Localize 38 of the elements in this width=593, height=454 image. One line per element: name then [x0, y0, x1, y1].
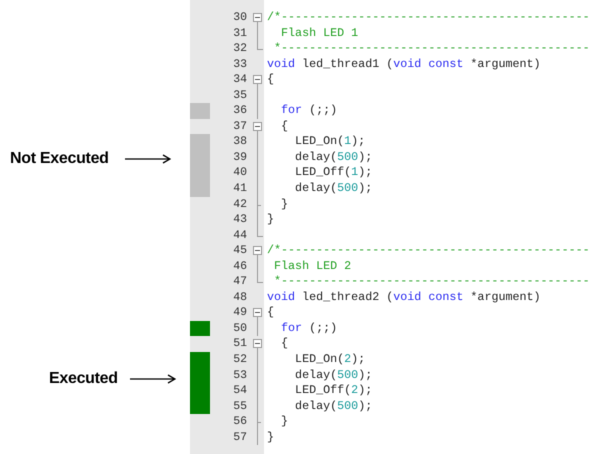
collapse-icon[interactable] [253, 75, 262, 84]
line-number: 45 [232, 243, 247, 259]
collapse-icon[interactable] [253, 308, 262, 318]
line-number: 40 [232, 165, 247, 182]
line-number: 48 [232, 290, 247, 306]
line-number: 51 [232, 336, 247, 352]
line-number: 46 [232, 258, 247, 274]
collapse-icon[interactable] [253, 122, 262, 131]
line-number: 43 [232, 212, 247, 228]
line-number: 42 [232, 196, 247, 212]
collapse-icon[interactable] [253, 13, 262, 22]
line-number: 47 [232, 274, 247, 290]
line-number: 38 [232, 134, 247, 150]
line-number: 54 [232, 383, 247, 399]
line-number: 39 [232, 150, 247, 166]
callout-arrow [124, 154, 171, 164]
line-number: 53 [232, 368, 247, 384]
line-number: 34 [232, 72, 247, 88]
line-number: 44 [232, 228, 247, 244]
callout-arrow [130, 374, 176, 384]
line-number: 41 [232, 181, 247, 197]
line-number: 52 [232, 352, 247, 368]
collapse-icon[interactable] [253, 339, 262, 348]
line-number: 35 [232, 88, 247, 104]
line-number: 36 [232, 103, 247, 119]
line-number: 57 [232, 430, 247, 446]
line-number: 31 [232, 26, 247, 42]
line-number: 56 [232, 414, 247, 430]
callout-label: Executed [49, 370, 118, 388]
line-number: 30 [232, 10, 247, 26]
line-number: 49 [232, 305, 247, 321]
callout-label: Not Executed [10, 150, 109, 168]
line-number: 50 [232, 320, 247, 336]
line-number: 55 [232, 398, 247, 414]
collapse-icon[interactable] [253, 246, 262, 256]
line-number: 37 [232, 118, 247, 134]
line-number: 33 [232, 56, 247, 72]
line-number: 32 [232, 41, 247, 57]
